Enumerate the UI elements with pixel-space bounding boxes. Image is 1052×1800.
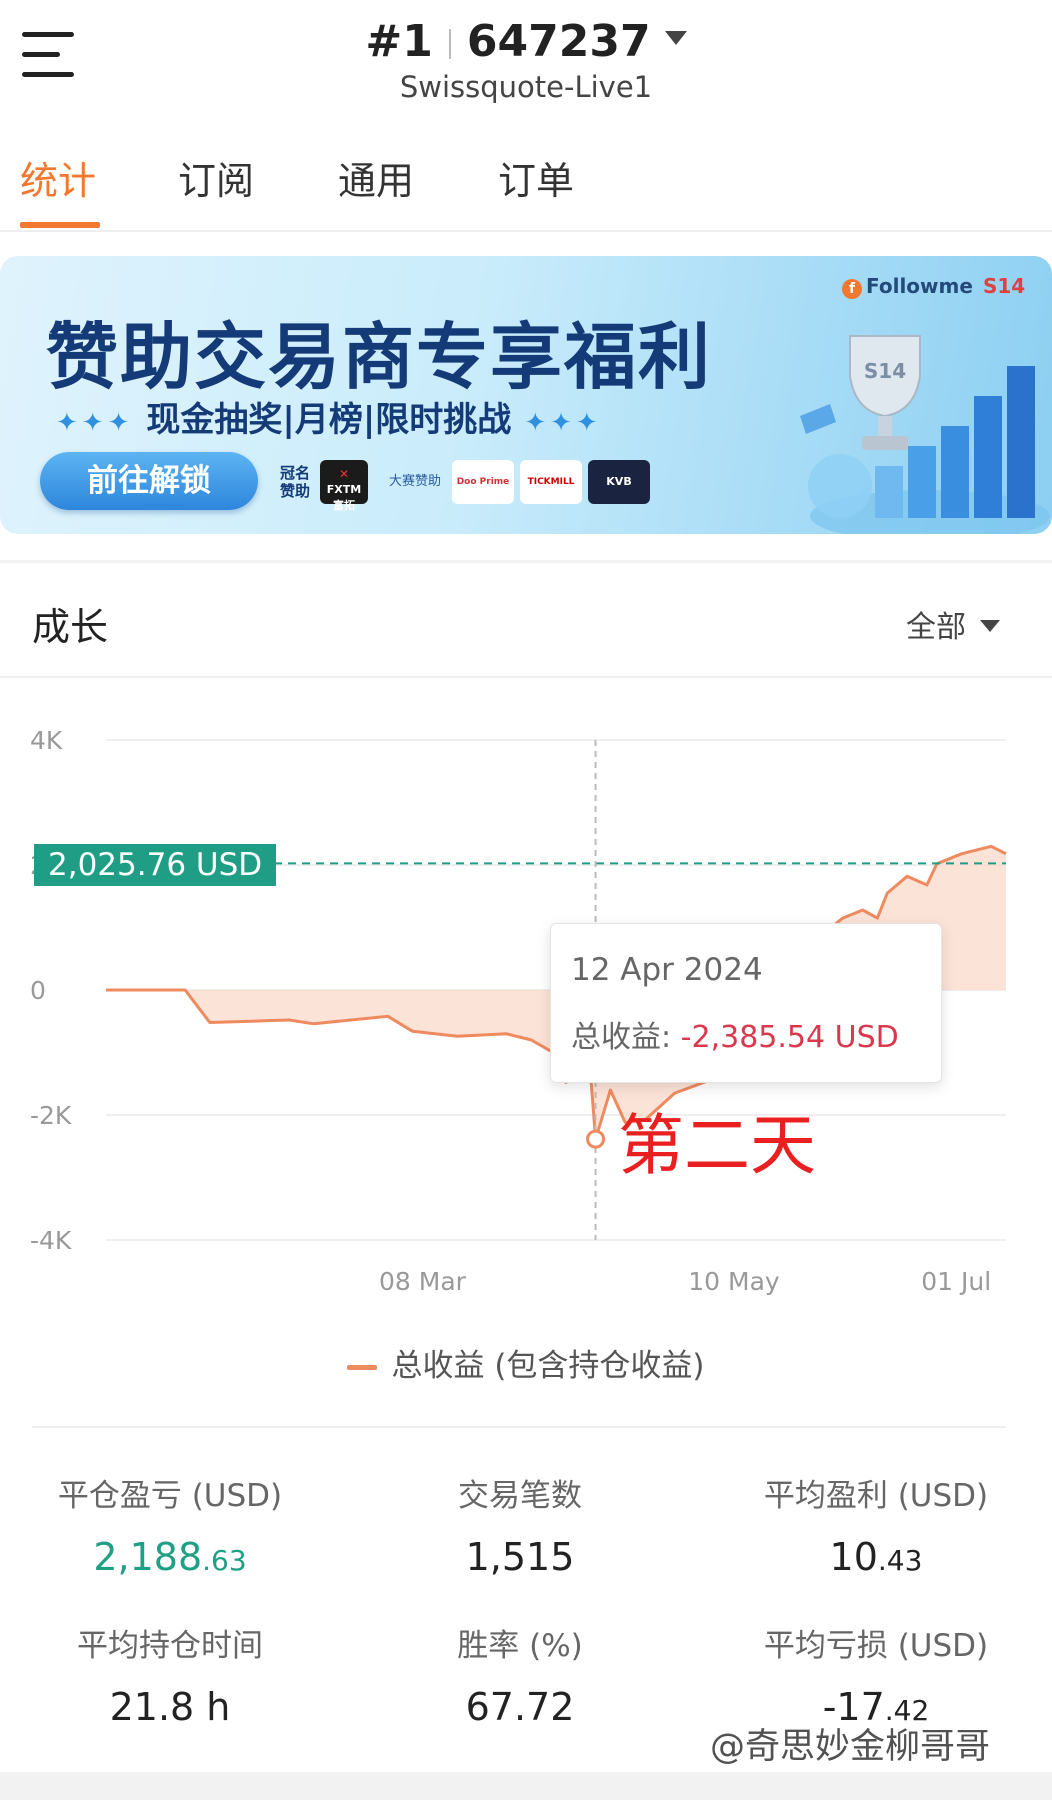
legend-swatch <box>347 1365 378 1370</box>
chart-tooltip: 12 Apr 2024 总收益: -2,385.54 USD <box>550 923 942 1083</box>
y-tick-label: 4K <box>30 726 63 755</box>
account-selector[interactable]: #1 647237 <box>0 12 1052 72</box>
trophy-label: S14 <box>864 359 906 383</box>
stat-label: 交易笔数 <box>458 1478 582 1514</box>
tooltip-value: -2,385.54 USD <box>680 1020 899 1055</box>
hover-point <box>586 1129 606 1149</box>
y-tick-label: -4K <box>30 1226 72 1255</box>
stat-avg-loss: 平均亏损 (USD) -17.42 <box>706 1620 1046 1729</box>
promo-banner[interactable]: f Followme S14 赞助交易商专享福利 ✦✦✦ 现金抽奖|月榜|限时挑战 … <box>0 256 1052 534</box>
account-number: 647237 <box>466 16 651 67</box>
stat-avg-profit: 平均盈利 (USD) 10.43 <box>706 1470 1046 1579</box>
y-tick-label: -2K <box>30 1101 72 1130</box>
handwritten-annotation: 第二天 <box>618 1107 816 1184</box>
tab-subscribe[interactable]: 订阅 <box>178 150 254 205</box>
chart-legend[interactable]: 总收益 (包含持仓收益) <box>0 1340 1052 1385</box>
section-divider <box>0 560 1052 563</box>
stat-value: 2,188.63 <box>93 1535 247 1579</box>
active-tab-indicator <box>20 222 100 228</box>
stat-label: 平均持仓时间 <box>77 1628 263 1664</box>
tickmill-logo: TICKMILL <box>520 460 582 504</box>
growth-section-title: 成长 <box>32 605 109 649</box>
bottom-bar <box>0 1772 1052 1800</box>
tab-orders[interactable]: 订单 <box>498 150 574 205</box>
current-value-tag: 2,025.76 USD <box>34 844 277 886</box>
banner-title: 赞助交易商专享福利 <box>46 315 713 399</box>
x-tick-label: 10 May <box>688 1267 780 1296</box>
followme-logo: f Followme S14 <box>842 274 1025 299</box>
period-filter-dropdown[interactable]: 全部 <box>906 602 1000 646</box>
caret-down-icon <box>664 31 687 45</box>
sponsor-label: 冠名 赞助 <box>280 464 311 500</box>
tooltip-date: 12 Apr 2024 <box>571 952 763 988</box>
stat-value: 67.72 <box>465 1685 575 1729</box>
x-tick-label: 01 Jul <box>921 1267 991 1296</box>
legend-label: 总收益 (包含持仓收益) <box>391 1348 705 1384</box>
account-index: #1 <box>365 16 433 67</box>
tab-general[interactable]: 通用 <box>338 150 414 205</box>
stat-label: 平均亏损 (USD) <box>763 1628 989 1664</box>
trophy-illustration-icon: S14 <box>800 335 1050 534</box>
stat-label: 平仓盈亏 (USD) <box>57 1478 283 1514</box>
stat-trade-count: 交易笔数 1,515 <box>350 1470 690 1579</box>
stats-divider <box>32 1426 1006 1428</box>
stat-label: 胜率 (%) <box>457 1628 583 1664</box>
banner-subtitle: ✦✦✦ 现金抽奖|月榜|限时挑战 ✦✦✦ <box>56 400 602 440</box>
y-tick-label: 0 <box>30 976 46 1005</box>
stat-value: 21.8 h <box>109 1685 231 1729</box>
unlock-button[interactable]: 前往解锁 <box>40 452 258 510</box>
stat-value: 10.43 <box>829 1535 923 1579</box>
x-tick-label: 08 Mar <box>379 1267 467 1296</box>
sponsor-mid-label: 大赛赞助 <box>388 474 441 489</box>
server-name: Swissquote-Live1 <box>399 70 653 104</box>
watermark: @奇思妙金柳哥哥 <box>710 1727 991 1767</box>
stat-value: 1,515 <box>465 1535 575 1579</box>
fxtm-logo: ✕ FXTM 富拓 <box>320 460 368 512</box>
separator <box>448 29 451 59</box>
tooltip-label: 总收益: -2,385.54 USD <box>571 1020 899 1055</box>
tab-bar: 统计 订阅 通用 订单 <box>0 140 1052 232</box>
kvb-logo: KVB <box>588 460 650 504</box>
section-divider <box>0 676 1052 678</box>
caret-down-icon <box>980 619 1000 632</box>
stat-avg-holding-time: 平均持仓时间 21.8 h <box>0 1620 340 1729</box>
tab-statistics[interactable]: 统计 <box>20 150 96 205</box>
stat-win-rate: 胜率 (%) 67.72 <box>350 1620 690 1729</box>
stat-closed-pnl: 平仓盈亏 (USD) 2,188.63 <box>0 1470 340 1579</box>
header: #1 647237 Swissquote-Live1 <box>0 0 1052 130</box>
stat-label: 平均盈利 (USD) <box>763 1478 989 1514</box>
doo-prime-logo: Doo Prime <box>452 460 514 504</box>
